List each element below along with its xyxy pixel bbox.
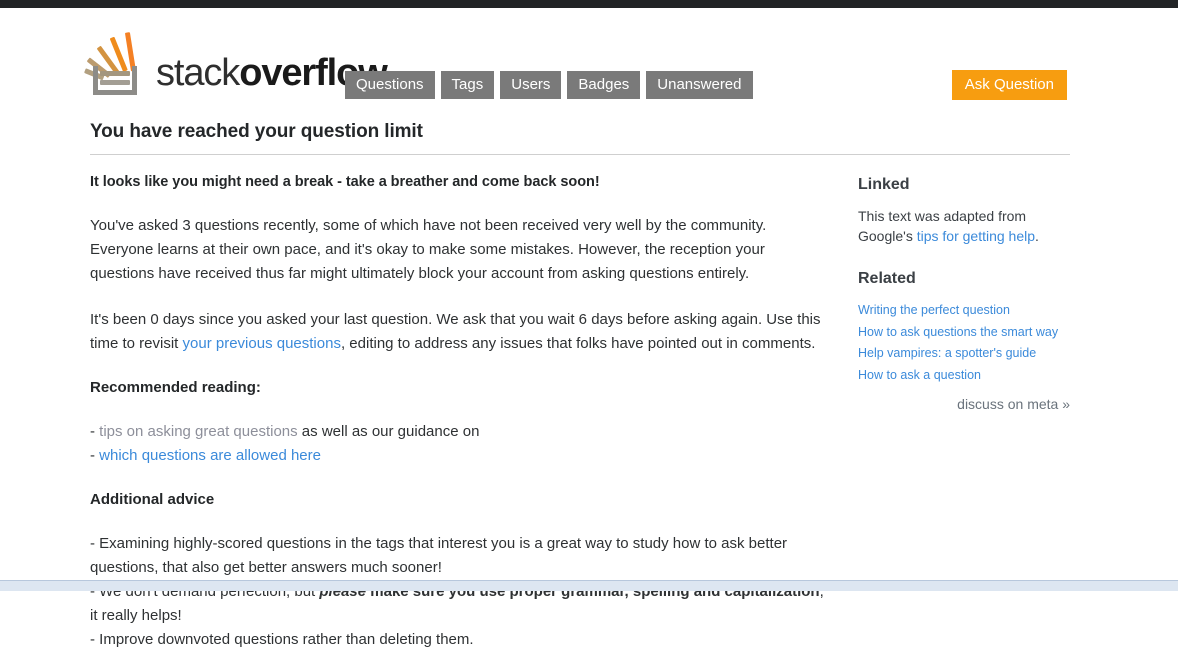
discuss-on-meta-row: discuss on meta » — [858, 395, 1070, 413]
paragraph-question-history: You've asked 3 questions recently, some … — [90, 217, 767, 282]
ask-question-button[interactable]: Ask Question — [951, 70, 1067, 100]
related-links-list: Writing the perfect question How to ask … — [858, 300, 1070, 386]
linked-attribution: This text was adapted from Google's tips… — [858, 206, 1070, 246]
advice-item-examine: - Examining highly-scored questions in t… — [90, 535, 788, 576]
linked-heading: Linked — [858, 176, 910, 193]
paragraph-wait-period: It's been 0 days since you asked your la… — [90, 308, 830, 356]
bullet-1-rest: as well as our guidance on — [297, 423, 480, 440]
sidebar: Linked This text was adapted from Google… — [858, 173, 1070, 413]
related-link-how-to-ask[interactable]: How to ask a question — [858, 368, 981, 382]
nav-users[interactable]: Users — [500, 71, 562, 99]
recommended-reading-heading: Recommended reading: — [90, 379, 261, 396]
bullet-dash: - — [90, 423, 100, 440]
discuss-on-meta-link[interactable]: discuss on meta » — [957, 396, 1070, 412]
nav-tags[interactable]: Tags — [440, 71, 495, 99]
primary-nav: Questions Tags Users Badges Unanswered — [345, 71, 753, 99]
which-questions-allowed-link[interactable]: which questions are allowed here — [99, 447, 321, 464]
list-item: How to ask a question — [858, 365, 1070, 387]
additional-advice-heading: Additional advice — [90, 491, 215, 508]
lead-message: It looks like you might need a break - t… — [90, 174, 600, 190]
page-title: You have reached your question limit — [90, 121, 423, 142]
related-heading: Related — [858, 270, 916, 287]
advice-item-improve: - Improve downvoted questions rather tha… — [90, 631, 474, 648]
previous-questions-link[interactable]: your previous questions — [183, 335, 341, 352]
related-link-help-vampires[interactable]: Help vampires: a spotter's guide — [858, 346, 1036, 360]
related-link-writing-perfect-question[interactable]: Writing the perfect question — [858, 303, 1010, 317]
google-tips-link[interactable]: tips for getting help — [917, 228, 1035, 244]
nav-questions[interactable]: Questions — [345, 71, 435, 99]
wait-text-after: , editing to address any issues that fol… — [340, 335, 816, 352]
stackoverflow-logo-icon — [84, 28, 152, 96]
additional-advice-list: - Examining highly-scored questions in t… — [90, 532, 830, 652]
page-content: You have reached your question limit It … — [90, 120, 1070, 652]
related-link-ask-smart-way[interactable]: How to ask questions the smart way — [858, 325, 1058, 339]
top-dark-strip — [0, 0, 1178, 8]
recommended-reading-list: - tips on asking great questions as well… — [90, 420, 830, 468]
bullet-dash: - — [90, 447, 100, 464]
list-item: How to ask questions the smart way — [858, 322, 1070, 344]
tips-asking-great-questions-link[interactable]: tips on asking great questions — [99, 423, 297, 440]
list-item: Writing the perfect question — [858, 300, 1070, 322]
list-item: - which questions are allowed here — [90, 444, 830, 468]
site-logo[interactable]: stackoverflow — [84, 24, 388, 96]
footer-band — [0, 580, 1178, 591]
nav-unanswered[interactable]: Unanswered — [646, 71, 753, 99]
logo-text-light: stack — [156, 52, 240, 94]
list-item: Help vampires: a spotter's guide — [858, 343, 1070, 365]
nav-badges[interactable]: Badges — [567, 71, 641, 99]
site-header: stackoverflow Questions Tags Users Badge… — [0, 8, 1178, 120]
linked-text-after: . — [1035, 228, 1039, 244]
list-item: - tips on asking great questions as well… — [90, 420, 830, 444]
title-divider — [90, 154, 1070, 155]
